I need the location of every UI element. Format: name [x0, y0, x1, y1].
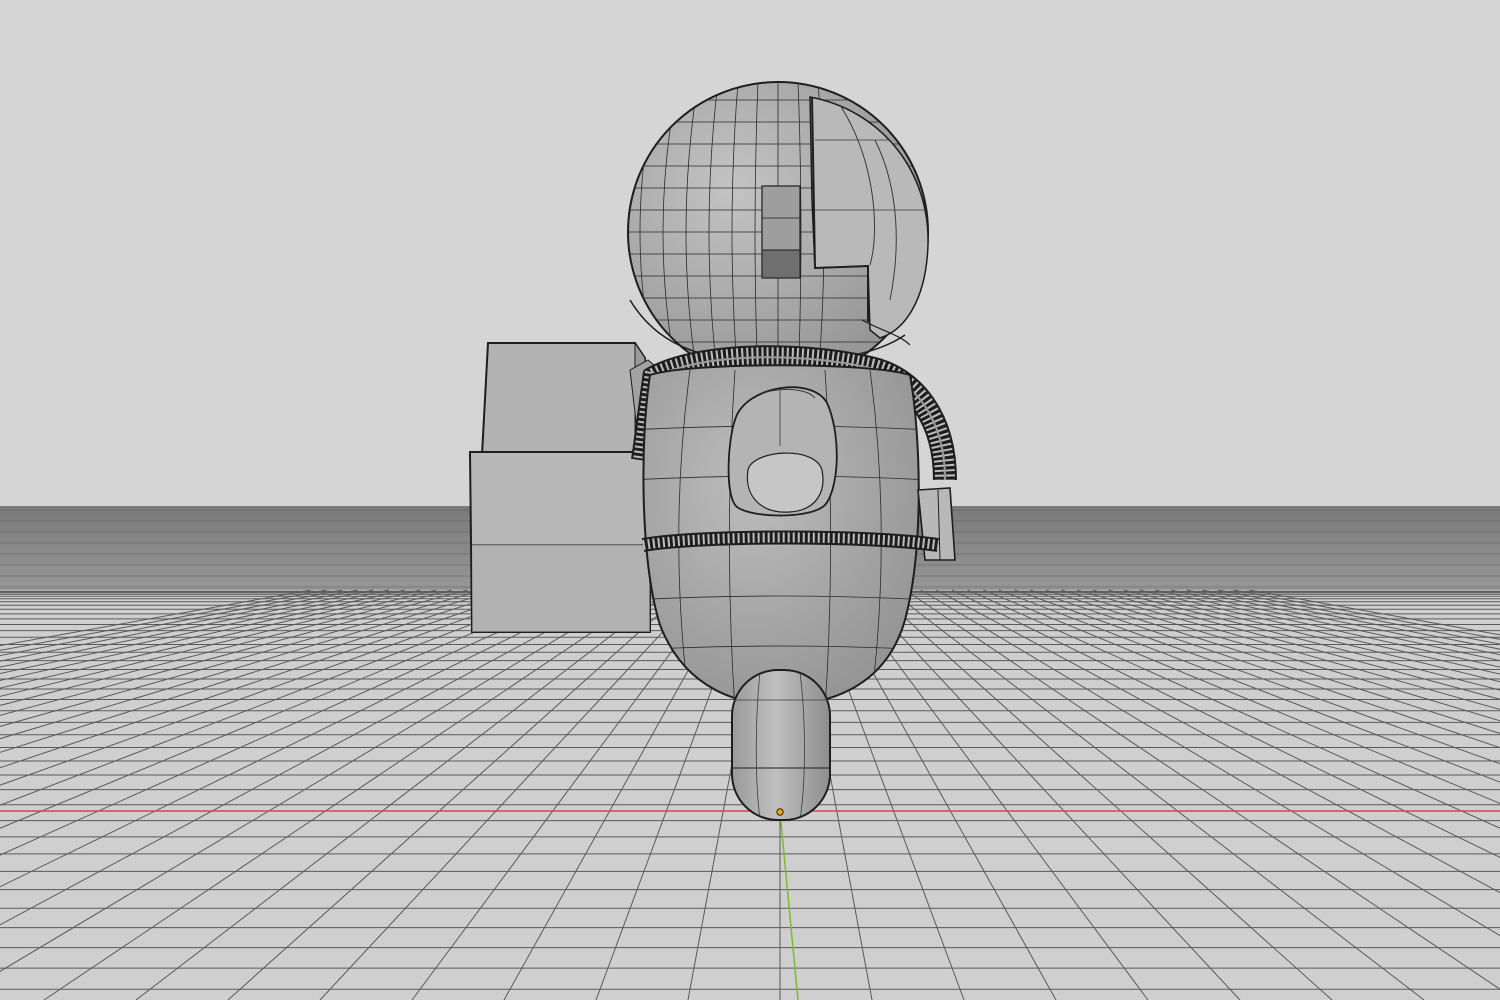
object-origin-point[interactable]	[776, 808, 784, 816]
astronaut-backpack[interactable]	[468, 341, 661, 633]
astronaut-chest-module[interactable]	[727, 386, 838, 517]
3d-viewport[interactable]	[0, 0, 1500, 1000]
astronaut-belt[interactable]	[641, 530, 940, 552]
viewport-scene[interactable]	[0, 0, 1500, 1000]
astronaut-leg[interactable]	[731, 669, 831, 821]
